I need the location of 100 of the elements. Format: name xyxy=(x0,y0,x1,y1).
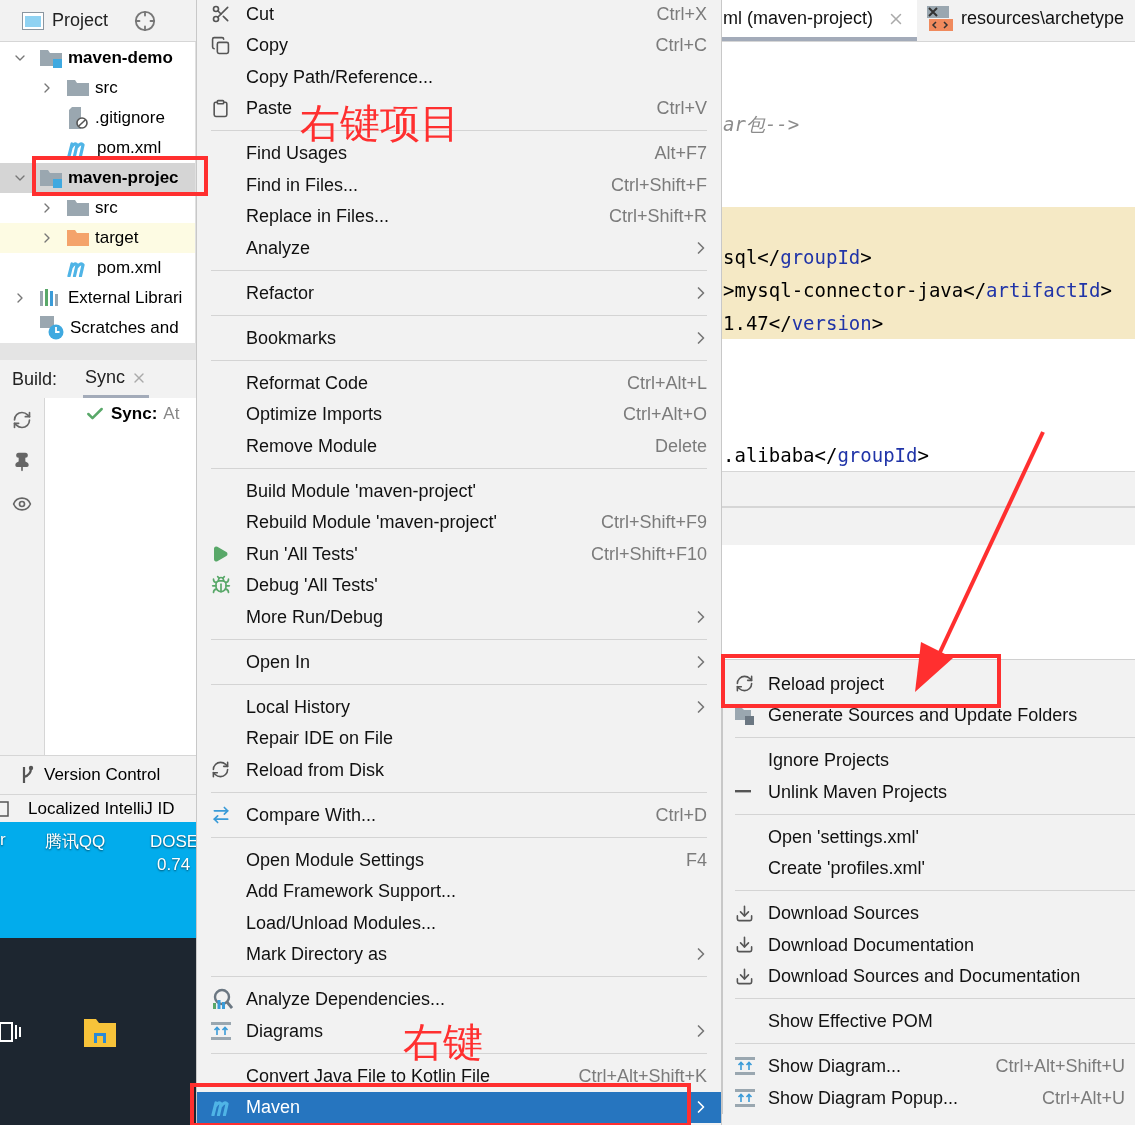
menu-item[interactable]: Maven xyxy=(197,1091,721,1123)
menu-item[interactable]: Cut xyxy=(246,4,274,23)
refresh-icon[interactable] xyxy=(12,410,32,430)
menu-item[interactable]: Local History xyxy=(246,697,351,716)
diagram-icon xyxy=(735,1088,755,1107)
menu-item[interactable]: Ignore Projects xyxy=(768,751,890,770)
shortcut-label: Ctrl+V xyxy=(656,99,707,118)
shortcut-label: Ctrl+Shift+R xyxy=(608,207,707,226)
menu-item[interactable]: Find Usages xyxy=(246,144,348,163)
tree-row[interactable]: pom.xml xyxy=(0,133,195,163)
menu-item[interactable]: Run 'All Tests' xyxy=(246,544,358,563)
menu-item[interactable]: Convert Java File to Kotlin File xyxy=(246,1066,491,1085)
tree-row[interactable]: Scratches and xyxy=(0,313,195,343)
code-line: .alibaba</groupId> xyxy=(722,442,930,468)
menu-item[interactable]: Debug 'All Tests' xyxy=(246,576,378,595)
tree-row[interactable]: maven-projec xyxy=(0,163,195,193)
menu-item[interactable]: More Run/Debug xyxy=(246,607,384,626)
menu-item[interactable]: Load/Unload Modules... xyxy=(246,913,437,932)
menu-item[interactable]: Show Diagram Popup... xyxy=(768,1088,959,1107)
diagram-icon xyxy=(735,1057,755,1076)
tree-row[interactable]: maven-demo xyxy=(0,43,195,73)
menu-item[interactable]: Download Sources xyxy=(768,904,920,923)
shortcut-label: Ctrl+Shift+F10 xyxy=(590,544,707,563)
sync-text: At xyxy=(163,404,180,424)
menu-item[interactable]: Compare With... xyxy=(246,805,377,824)
menu-item[interactable]: Open Module Settings xyxy=(246,850,425,869)
version-control-tab[interactable]: Version Control xyxy=(44,765,161,785)
menu-item[interactable]: Show Effective POM xyxy=(768,1012,933,1031)
menu-item[interactable]: Bookmarks xyxy=(246,328,337,347)
folder-icon xyxy=(67,228,89,248)
shortcut-label: Ctrl+C xyxy=(655,36,707,55)
tree-row[interactable]: External Librari xyxy=(0,283,195,313)
panel-title[interactable]: Project xyxy=(52,10,109,31)
folder-icon xyxy=(735,705,755,726)
diagram-icon xyxy=(211,1021,231,1040)
menu-item[interactable]: Rebuild Module 'maven-project' xyxy=(246,513,497,532)
run-icon xyxy=(211,544,229,563)
menu-item[interactable]: Copy Path/Reference... xyxy=(246,67,434,86)
pin-icon[interactable] xyxy=(12,452,32,472)
menu-item[interactable]: Download Documentation xyxy=(768,935,975,954)
folder-icon xyxy=(67,198,89,218)
eye-icon[interactable] xyxy=(12,494,32,514)
shortcut-label: Ctrl+Shift+F xyxy=(610,175,707,194)
menu-item[interactable]: Replace in Files... xyxy=(246,207,390,226)
locate-icon[interactable] xyxy=(134,9,157,32)
menu-item[interactable]: Paste xyxy=(246,99,293,118)
menu-item[interactable]: Reload from Disk xyxy=(246,760,385,779)
menu-item[interactable]: Open 'settings.xml' xyxy=(768,827,919,846)
status-text: Localized IntelliJ ID xyxy=(28,798,175,819)
shortcut-label: Ctrl+Alt+L xyxy=(626,373,707,392)
menu-item[interactable]: Add Framework Support... xyxy=(246,882,457,901)
shortcut-label: F4 xyxy=(686,850,707,869)
tree-row[interactable]: .gitignore xyxy=(0,103,195,133)
menu-item[interactable]: Show Diagram... xyxy=(768,1057,902,1076)
shortcut-label: Alt+F7 xyxy=(654,144,707,163)
scissors-icon xyxy=(211,3,231,24)
menu-item[interactable]: Download Sources and Documentation xyxy=(768,967,1081,986)
menu-item[interactable]: Analyze xyxy=(246,238,311,257)
download-icon xyxy=(735,935,754,955)
tree-row[interactable]: src xyxy=(0,73,195,103)
menu-item[interactable]: Generate Sources and Update Folders xyxy=(768,706,1078,725)
annotation-label: 右键 xyxy=(403,1022,483,1062)
menu-item[interactable]: Open In xyxy=(246,652,311,671)
project-icon xyxy=(22,11,44,30)
shortcut-label: Ctrl+Shift+F9 xyxy=(600,513,707,532)
shortcut-label: Delete xyxy=(654,436,707,455)
menu-item[interactable]: Mark Directory as xyxy=(246,945,388,964)
menu-item[interactable]: Reload project xyxy=(768,674,885,693)
menu-item[interactable]: Remove Module xyxy=(246,436,378,455)
reload-icon xyxy=(735,674,754,694)
menu-item[interactable]: Unlink Maven Projects xyxy=(768,782,948,801)
menu-item[interactable]: Repair IDE on File xyxy=(246,729,394,748)
menu-item[interactable]: Optimize Imports xyxy=(246,405,383,424)
branch-icon[interactable] xyxy=(20,765,34,785)
menu-item[interactable]: Reformat Code xyxy=(246,373,369,392)
menu-item[interactable]: Create 'profiles.xml' xyxy=(768,859,925,878)
menu-item[interactable]: Build Module 'maven-project' xyxy=(246,481,476,500)
folder-icon xyxy=(67,78,89,98)
download-icon xyxy=(735,966,754,986)
shortcut-label: Ctrl+Alt+Shift+K xyxy=(578,1066,707,1085)
tree-row[interactable]: pom.xml xyxy=(0,253,195,283)
clipboard-icon xyxy=(211,98,230,118)
shortcut-label: Ctrl+Alt+U xyxy=(1041,1088,1125,1107)
editor-tab[interactable]: ml (maven-project) xyxy=(722,0,918,41)
menu-item[interactable]: Diagrams xyxy=(246,1021,324,1040)
folder-icon[interactable] xyxy=(84,1016,116,1047)
menu-item[interactable]: Find in Files... xyxy=(246,175,359,194)
reload-icon xyxy=(211,760,230,780)
menu-item[interactable]: Refactor xyxy=(246,283,315,302)
tree-row[interactable]: src xyxy=(0,193,195,223)
menu-item[interactable]: Analyze Dependencies... xyxy=(246,990,446,1009)
scratches-icon xyxy=(40,316,64,340)
annotation-label: 右键项目 xyxy=(300,103,460,143)
shortcut-label: Ctrl+Alt+Shift+U xyxy=(995,1057,1125,1076)
menu-item[interactable]: Copy xyxy=(246,36,289,55)
tree-row[interactable]: target xyxy=(0,223,195,253)
compare-icon xyxy=(211,804,231,825)
shortcut-label: Ctrl+D xyxy=(655,805,707,824)
code-line: ar包--> xyxy=(722,111,801,137)
minus-icon xyxy=(735,790,751,794)
